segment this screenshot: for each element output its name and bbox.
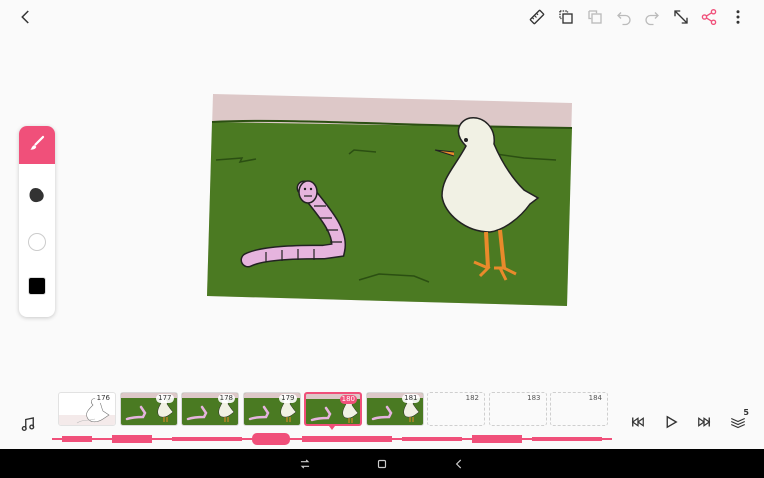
- frame-number: 181: [402, 394, 420, 403]
- frame-number: 177: [156, 394, 174, 403]
- skip-to-end-icon[interactable]: [692, 410, 716, 434]
- frame-thumbnail[interactable]: 184: [550, 392, 608, 426]
- frame-thumbnail[interactable]: 178: [181, 392, 239, 426]
- frame-thumbnail[interactable]: 180: [304, 392, 362, 426]
- frame-thumbnail[interactable]: 177: [119, 392, 178, 426]
- brush-icon: [28, 134, 46, 156]
- music-note-icon[interactable]: [16, 412, 40, 436]
- recent-apps-icon[interactable]: [298, 456, 312, 470]
- home-icon[interactable]: [375, 456, 389, 470]
- frame-thumbnail[interactable]: 183: [488, 392, 547, 426]
- timeline: 176 177 178 179 180 181 182 183 184 5: [0, 388, 764, 448]
- frame-number: 184: [588, 394, 602, 402]
- redo-icon[interactable]: [640, 5, 664, 29]
- paste-frame-icon[interactable]: [583, 5, 607, 29]
- eraser-icon: [27, 185, 47, 209]
- more-vert-icon[interactable]: [726, 5, 750, 29]
- color-swatch-white[interactable]: [19, 223, 55, 261]
- brush-tool-button[interactable]: [19, 126, 55, 164]
- share-icon[interactable]: [697, 5, 721, 29]
- play-icon[interactable]: [659, 410, 683, 434]
- frame-number: 178: [217, 394, 235, 403]
- app-root: 176 177 178 179 180 181 182 183 184 5: [0, 0, 764, 478]
- resize-icon[interactable]: [669, 5, 693, 29]
- back-arrow-icon[interactable]: [14, 5, 38, 29]
- black-swatch: [28, 277, 46, 295]
- frame-thumbnail[interactable]: 181: [365, 392, 424, 426]
- color-swatch-black[interactable]: [19, 267, 55, 305]
- frame-number: 179: [279, 394, 297, 403]
- drawing-canvas[interactable]: [204, 92, 576, 310]
- system-nav-bar: [0, 449, 764, 478]
- layers-button[interactable]: 5: [726, 408, 750, 434]
- frame-number: 180: [339, 395, 357, 404]
- layers-count: 5: [743, 408, 749, 417]
- frame-number: 176: [94, 394, 112, 403]
- audio-waveform[interactable]: [52, 432, 612, 446]
- skip-to-start-icon[interactable]: [626, 410, 650, 434]
- tool-palette: [19, 126, 55, 317]
- frame-thumbnail[interactable]: 176: [58, 392, 116, 426]
- system-back-icon[interactable]: [452, 456, 466, 470]
- eraser-tool-button[interactable]: [19, 178, 55, 216]
- frame-number: 182: [465, 394, 479, 402]
- white-swatch: [28, 233, 46, 251]
- ruler-icon[interactable]: [525, 5, 549, 29]
- frame-number: 183: [527, 394, 541, 402]
- undo-icon[interactable]: [612, 5, 636, 29]
- frame-thumbnail[interactable]: 179: [242, 392, 301, 426]
- copy-frame-icon[interactable]: [554, 5, 578, 29]
- playhead-marker: [329, 426, 335, 430]
- frame-thumbnail[interactable]: 182: [427, 392, 485, 426]
